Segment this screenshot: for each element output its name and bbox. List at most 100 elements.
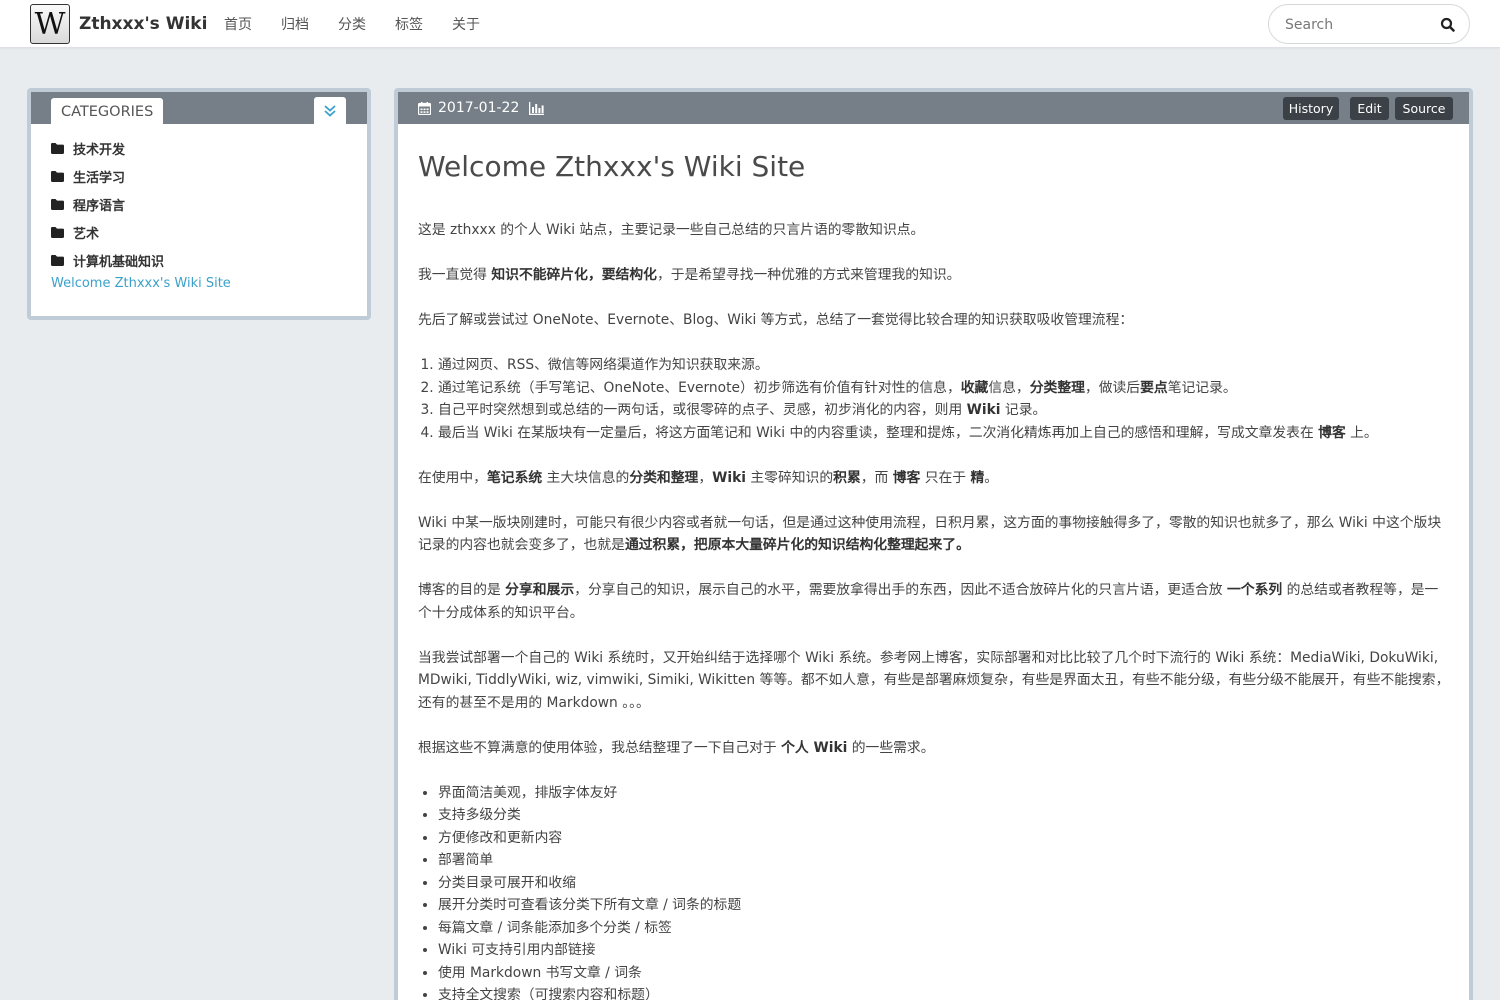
text-run: 根据这些不算满意的使用体验，我总结整理了一下自己对于 [418, 739, 782, 756]
list-item: 使用 Markdown 书写文章 / 词条 [438, 962, 1452, 985]
bar-chart-icon[interactable] [529, 101, 545, 115]
text-run: ，而 [860, 469, 893, 486]
article-body: 这是 zthxxx 的个人 Wiki 站点，主要记录一些自己总结的只言片语的零散… [418, 219, 1452, 1000]
category-item-cs-basics[interactable]: 计算机基础知识 [51, 246, 164, 274]
text-run: 通过笔记系统（手写笔记、OneNote、Evernote）初步筛选有价值有针对性… [438, 379, 961, 396]
list-item: 方便修改和更新内容 [438, 827, 1452, 850]
text-run: ，于是希望寻找一种优雅的方式来管理我的知识。 [656, 267, 961, 283]
search-icon[interactable] [1439, 16, 1457, 34]
list-item: 支持多级分类 [438, 804, 1452, 827]
emphasis-text: 收藏 [960, 379, 989, 396]
text-run: 只在于 [920, 469, 971, 486]
text-run: 记录。 [1000, 402, 1047, 418]
list-item: 通过网页、RSS、微信等网络渠道作为知识获取来源。 [438, 354, 1452, 377]
emphasis-text: 博客 [892, 469, 921, 486]
category-label: 技术开发 [73, 142, 126, 158]
edit-button[interactable]: Edit [1350, 97, 1389, 120]
category-list: 技术开发 生活学习 程序语言 艺术 计算机基础知识 [51, 134, 164, 274]
site-title: Zthxxx's Wiki [79, 14, 208, 34]
emphasis-text: 积累 [833, 469, 861, 486]
nav-item-tags[interactable]: 标签 [395, 14, 423, 34]
text-run: ，做读后 [1084, 379, 1141, 396]
collapse-toggle-button[interactable] [314, 97, 346, 124]
text-run: 博客的目的是 [418, 582, 506, 598]
double-chevron-down-icon [324, 104, 336, 117]
list-item: 通过笔记系统（手写笔记、OneNote、Evernote）初步筛选有价值有针对性… [438, 377, 1452, 400]
category-label: 程序语言 [73, 198, 126, 214]
category-label: 计算机基础知识 [73, 254, 165, 270]
history-button[interactable]: History [1283, 97, 1339, 120]
emphasis-text: 通过积累，把原本大量碎片化的知识结构化整理起来了。 [624, 537, 970, 553]
folder-icon [51, 198, 64, 210]
paragraph: 先后了解或尝试过 OneNote、Evernote、Blog、Wiki 等方式，… [418, 312, 1134, 328]
text-run: 。 [984, 469, 999, 486]
category-item-tech[interactable]: 技术开发 [51, 134, 164, 162]
folder-icon [51, 254, 64, 266]
source-button[interactable]: Source [1395, 97, 1453, 120]
text-run: 自己平时突然想到或总结的一两句话，或很零碎的点子、灵感，初步消化的内容，则用 [438, 402, 967, 418]
nav-item-categories[interactable]: 分类 [338, 14, 366, 34]
text-run: ，分享自己的知识，展示自己的水平，需要放拿得出手的东西，因此不适合放碎片化的只言… [574, 582, 1227, 598]
emphasis-text: 分类整理 [1029, 379, 1085, 396]
text-run: 笔记记录。 [1167, 379, 1237, 396]
categories-header: CATEGORIES [31, 92, 367, 124]
nav-item-archive[interactable]: 归档 [281, 14, 309, 34]
text-run: 信息， [988, 379, 1030, 396]
site-brand[interactable]: W Zthxxx's Wiki [30, 4, 207, 44]
list-item: 分类目录可展开和收缩 [438, 872, 1452, 895]
category-item-art[interactable]: 艺术 [51, 218, 164, 246]
categories-title: CATEGORIES [51, 98, 164, 124]
category-item-life[interactable]: 生活学习 [51, 162, 164, 190]
paragraph: 这是 zthxxx 的个人 Wiki 站点，主要记录一些自己总结的只言片语的零散… [418, 222, 925, 238]
list-item: 支持全文搜索（可搜索内容和标题） [438, 984, 1452, 1000]
categories-panel: CATEGORIES 技术开发 生活学习 程序语言 艺术 计算机基础知识 Wel… [27, 88, 371, 320]
main-nav: 首页 归档 分类 标签 关于 [224, 0, 509, 48]
emphasis-text: 知识不能碎片化，要结构化 [491, 267, 657, 283]
article-date: 2017-01-22 [438, 100, 520, 116]
list-item: Wiki 可支持引用内部链接 [438, 939, 1452, 962]
paragraph: 在使用中，笔记系统 主大块信息的分类和整理，Wiki 主零碎知识的积累，而 博客… [418, 467, 1452, 490]
paragraph: 当我尝试部署一个自己的 Wiki 系统时，又开始纠结于选择哪个 Wiki 系统。… [418, 649, 1450, 711]
emphasis-text: 分享和展示 [505, 582, 575, 598]
emphasis-text: 精 [970, 469, 985, 486]
text-run: 在使用中， [418, 469, 487, 486]
folder-icon [51, 226, 64, 238]
category-item-languages[interactable]: 程序语言 [51, 190, 164, 218]
list-item: 最后当 Wiki 在某版块有一定量后，将这方面笔记和 Wiki 中的内容重读，整… [438, 422, 1452, 445]
article-title: Welcome Zthxxx's Wiki Site [418, 150, 806, 183]
list-item: 自己平时突然想到或总结的一两句话，或很零碎的点子、灵感，初步消化的内容，则用 W… [438, 399, 1452, 422]
text-run: 主零碎知识的 [745, 469, 834, 486]
list-item: 展开分类时可查看该分类下所有文章 / 词条的标题 [438, 894, 1452, 917]
emphasis-text: Wiki [712, 469, 746, 486]
text-run: 我一直觉得 [418, 267, 492, 283]
nav-item-about[interactable]: 关于 [452, 14, 480, 34]
paragraph: 我一直觉得 知识不能碎片化，要结构化，于是希望寻找一种优雅的方式来管理我的知识。 [418, 264, 1452, 287]
folder-icon [51, 142, 64, 154]
calendar-icon [418, 101, 431, 115]
emphasis-text: 博客 [1318, 424, 1346, 441]
list-item: 部署简单 [438, 849, 1452, 872]
text-run: 最后当 Wiki 在某版块有一定量后，将这方面笔记和 Wiki 中的内容重读，整… [438, 424, 1319, 441]
paragraph: 博客的目的是 分享和展示，分享自己的知识，展示自己的水平，需要放拿得出手的东西，… [418, 579, 1452, 624]
emphasis-text: 个人 Wiki [781, 739, 848, 756]
text-run: 上。 [1345, 424, 1378, 441]
category-label: 艺术 [73, 226, 100, 242]
paragraph: Wiki 中某一版块刚建时，可能只有很少内容或者就一句话，但是通过这种使用流程，… [418, 512, 1452, 557]
article-header: 2017-01-22 History Edit Source [398, 92, 1469, 124]
search-input[interactable] [1285, 14, 1435, 36]
welcome-page-link[interactable]: Welcome Zthxxx's Wiki Site [51, 276, 231, 291]
search-box [1268, 4, 1470, 44]
emphasis-text: Wiki [966, 402, 1001, 418]
top-navbar: W Zthxxx's Wiki 首页 归档 分类 标签 关于 [0, 0, 1500, 48]
nav-item-home[interactable]: 首页 [224, 14, 252, 34]
paragraph: 根据这些不算满意的使用体验，我总结整理了一下自己对于 个人 Wiki 的一些需求… [418, 737, 1452, 760]
emphasis-text: 笔记系统 [486, 469, 543, 486]
text-run: ， [698, 469, 713, 486]
text-run: 主大块信息的 [542, 469, 630, 486]
text-run: 的一些需求。 [847, 739, 935, 756]
article-meta: 2017-01-22 [418, 92, 545, 124]
emphasis-text: 要点 [1140, 379, 1168, 396]
category-label: 生活学习 [73, 170, 126, 186]
emphasis-text: 分类和整理 [629, 469, 699, 486]
list-item: 每篇文章 / 词条能添加多个分类 / 标签 [438, 917, 1452, 940]
